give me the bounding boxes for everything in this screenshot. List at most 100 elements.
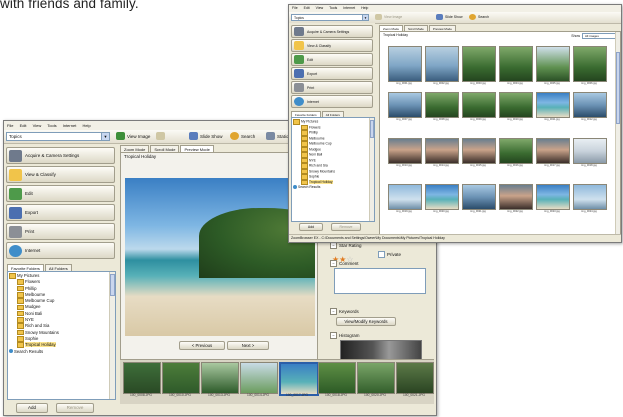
print-button[interactable]: Print [291, 81, 373, 94]
view-classify-button[interactable]: View & Classify [6, 166, 115, 183]
thumbnail-image[interactable] [499, 184, 533, 210]
thumbnail-image[interactable] [536, 46, 570, 82]
view-image-button[interactable]: View Image [116, 132, 150, 140]
export-button[interactable]: Export [291, 67, 373, 80]
scroll-thumb[interactable] [370, 120, 374, 138]
thumbnail-item[interactable]: img_0004.jpg [499, 46, 533, 85]
thumbnail-image[interactable] [388, 184, 422, 210]
private-checkbox[interactable]: Private [378, 251, 401, 258]
thumbnail-item[interactable]: img_0002.jpg [425, 46, 459, 85]
menu-view[interactable]: View [33, 123, 42, 128]
thumbnail-image[interactable] [425, 92, 459, 118]
thumbnail-item[interactable]: img_0007.jpg [388, 92, 422, 121]
thumbnail-item[interactable]: img_0018.jpg [573, 138, 607, 167]
acquire-camera-button[interactable]: Acquire & Camera Settings [6, 147, 115, 164]
thumbnail-image[interactable] [573, 184, 607, 210]
thumbnail-item[interactable]: img_0016.jpg [499, 138, 533, 167]
thumbnail-image[interactable] [462, 184, 496, 210]
tree-scrollbar[interactable] [109, 272, 115, 399]
add-folder-button[interactable]: Add [16, 403, 48, 413]
thumbnail-item[interactable]: img_0022.jpg [499, 184, 533, 213]
thumbnail-item[interactable]: img_0003.jpg [462, 46, 496, 85]
thumbnail-item[interactable]: img_0013.jpg [388, 138, 422, 167]
tree-item[interactable]: Search Results [9, 349, 114, 355]
menu-internet[interactable]: Internet [343, 6, 355, 10]
menu-view[interactable]: View [316, 6, 324, 10]
grid-scrollbar[interactable] [615, 32, 620, 234]
next-button[interactable]: Next > [227, 341, 269, 350]
previous-button[interactable]: < Previous [179, 341, 225, 350]
menu-edit[interactable]: Edit [20, 123, 27, 128]
thumbnail-item[interactable]: img_0015.jpg [462, 138, 496, 167]
thumbnail-image[interactable] [462, 46, 496, 82]
thumbnail-item[interactable]: img_0001.jpg [388, 46, 422, 85]
thumbnail-image[interactable] [388, 46, 422, 82]
filmstrip-thumb[interactable] [123, 362, 161, 394]
thumbnail-image[interactable] [425, 138, 459, 164]
thumbnail-item[interactable]: img_0020.jpg [425, 184, 459, 213]
thumbnail-image[interactable] [388, 138, 422, 164]
thumbnail-image[interactable] [499, 46, 533, 82]
menu-internet[interactable]: Internet [63, 123, 77, 128]
thumbnail-image[interactable] [499, 92, 533, 118]
menu-edit[interactable]: Edit [304, 6, 310, 10]
scroll-thumb[interactable] [616, 52, 620, 124]
thumbnail-item[interactable]: img_0017.jpg [536, 138, 570, 167]
view-image-button[interactable]: View Image [375, 14, 402, 20]
internet-button[interactable]: Internet [6, 242, 115, 259]
menu-tools[interactable]: Tools [47, 123, 56, 128]
filmstrip-thumb[interactable] [318, 362, 356, 394]
filmstrip-thumb[interactable] [201, 362, 239, 394]
thumbnail-item[interactable]: img_0014.jpg [425, 138, 459, 167]
tree-item[interactable]: Search Results [293, 185, 373, 190]
view-classify-button[interactable]: View & Classify [291, 39, 373, 52]
thumbnail-image[interactable] [573, 46, 607, 82]
thumbnail-item[interactable]: img_0019.jpg [388, 184, 422, 213]
remove-folder-button[interactable]: Remove [56, 403, 94, 413]
edit-button[interactable]: Edit [291, 53, 373, 66]
thumbnail-image[interactable] [462, 92, 496, 118]
export-button[interactable]: Export [6, 204, 115, 221]
show-combo[interactable]: All images [582, 33, 616, 39]
thumbnail-image[interactable] [425, 184, 459, 210]
thumbnail-item[interactable]: img_0024.jpg [573, 184, 607, 213]
filmstrip-thumb[interactable] [396, 362, 434, 394]
thumbnail-image[interactable] [425, 46, 459, 82]
search-button[interactable]: Search [230, 132, 255, 140]
menu-help[interactable]: Help [82, 123, 90, 128]
search-button[interactable]: Search [469, 14, 489, 20]
add-folder-button[interactable]: Add [299, 223, 323, 231]
collapse-icon[interactable]: − [330, 308, 337, 315]
thumbnail-image[interactable] [536, 92, 570, 118]
topics-combo[interactable]: Topics ▼ [291, 14, 369, 21]
print-button[interactable]: Print [6, 223, 115, 240]
thumbnail-item[interactable]: img_0021.jpg [462, 184, 496, 213]
topics-combo[interactable]: Topics ▼ [6, 132, 110, 141]
thumbnail-image[interactable] [462, 138, 496, 164]
view-modify-keywords-button[interactable]: View/Modify Keywords [336, 317, 396, 326]
remove-folder-button[interactable]: Remove [331, 223, 361, 231]
thumbnail-item[interactable]: img_0012.jpg [573, 92, 607, 121]
filmstrip-thumb[interactable] [279, 362, 319, 396]
thumbnail-item[interactable]: img_0010.jpg [499, 92, 533, 121]
slide-show-button[interactable]: Slide Show [189, 132, 223, 140]
checkbox-box[interactable] [378, 251, 385, 258]
slide-show-button[interactable]: Slide Show [436, 14, 463, 20]
thumbnail-item[interactable]: img_0009.jpg [462, 92, 496, 121]
thumbnail-image[interactable] [573, 92, 607, 118]
acquire-camera-button[interactable]: Acquire & Camera Settings [291, 25, 373, 38]
scroll-thumb[interactable] [110, 274, 115, 296]
thumbnail-item[interactable]: img_0006.jpg [573, 46, 607, 85]
thumbnail-image[interactable] [536, 184, 570, 210]
thumbnail-image[interactable] [499, 138, 533, 164]
thumbnail-item[interactable]: img_0005.jpg [536, 46, 570, 85]
internet-button[interactable]: Internet [291, 95, 373, 108]
thumbnail-item[interactable]: img_0023.jpg [536, 184, 570, 213]
disabled-tool-button[interactable] [156, 132, 165, 140]
collapse-icon[interactable]: − [330, 260, 337, 267]
preview-photo[interactable] [125, 178, 315, 336]
thumbnail-item[interactable]: img_0008.jpg [425, 92, 459, 121]
menu-file[interactable]: File [292, 6, 298, 10]
thumbnail-image[interactable] [388, 92, 422, 118]
collapse-icon[interactable]: − [330, 242, 337, 249]
